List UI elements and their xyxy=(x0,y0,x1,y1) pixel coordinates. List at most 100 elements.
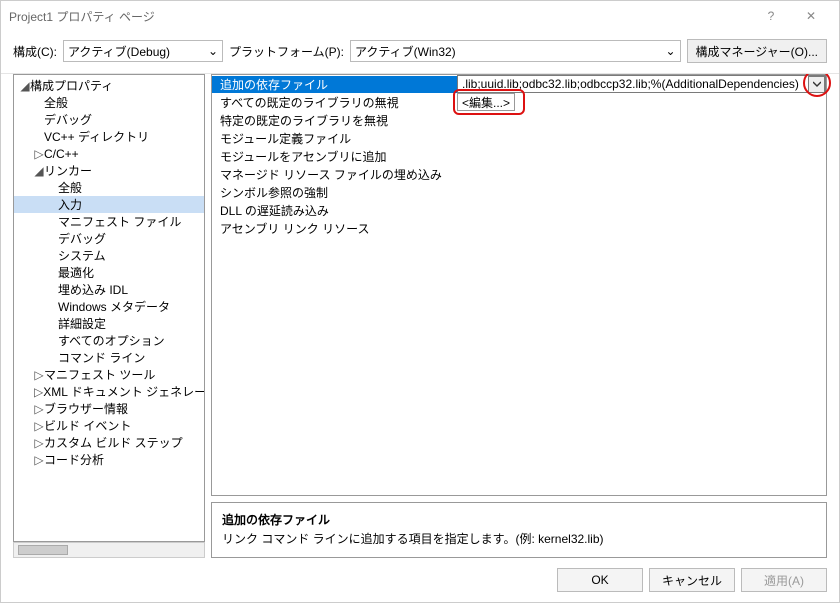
tree-node[interactable]: ▷XML ドキュメント ジェネレーター xyxy=(14,383,204,400)
toolbar: 構成(C): アクティブ(Debug) ⌄ プラットフォーム(P): アクティブ… xyxy=(1,31,839,74)
property-label: アセンブリ リンク リソース xyxy=(212,220,457,237)
expand-closed-icon[interactable]: ▷ xyxy=(34,453,44,467)
platform-label: プラットフォーム(P): xyxy=(229,43,344,60)
tree-node[interactable]: マニフェスト ファイル xyxy=(14,213,204,230)
description-box: 追加の依存ファイル リンク コマンド ラインに追加する項目を指定します。(例: … xyxy=(211,502,827,558)
tree-node-label: ビルド イベント xyxy=(44,417,131,434)
tree-node[interactable]: 入力 xyxy=(14,196,204,213)
tree-node-label: 詳細設定 xyxy=(58,315,106,332)
property-row[interactable]: マネージド リソース ファイルの埋め込み xyxy=(212,165,826,183)
tree-node-label: コード分析 xyxy=(44,451,104,468)
tree-node-label: デバッグ xyxy=(58,230,106,247)
help-button[interactable]: ? xyxy=(751,9,791,23)
annotation-circle xyxy=(803,74,831,97)
tree-node-label: リンカー xyxy=(44,162,92,179)
expand-closed-icon[interactable]: ▷ xyxy=(34,419,44,433)
tree-node[interactable]: デバッグ xyxy=(14,111,204,128)
config-value: アクティブ(Debug) xyxy=(68,43,170,60)
tree-node-label: 入力 xyxy=(58,196,82,213)
scroll-thumb[interactable] xyxy=(18,545,68,555)
dialog-body: ◢構成プロパティ全般デバッグVC++ ディレクトリ▷C/C++◢リンカー全般入力… xyxy=(1,74,839,558)
tree-hscrollbar[interactable] xyxy=(13,542,205,558)
tree-node[interactable]: 全般 xyxy=(14,179,204,196)
description-text: リンク コマンド ラインに追加する項目を指定します。(例: kernel32.l… xyxy=(222,530,816,547)
tree-node-label: マニフェスト ファイル xyxy=(58,213,181,230)
property-label: DLL の遅延読み込み xyxy=(212,202,457,219)
tree-node-label: C/C++ xyxy=(44,147,79,161)
property-label: モジュール定義ファイル xyxy=(212,130,457,147)
expand-closed-icon[interactable]: ▷ xyxy=(34,402,44,416)
tree-node[interactable]: ◢リンカー xyxy=(14,162,204,179)
tree-node-label: コマンド ライン xyxy=(58,349,145,366)
tree-node[interactable]: ▷マニフェスト ツール xyxy=(14,366,204,383)
property-row[interactable]: DLL の遅延読み込み xyxy=(212,201,826,219)
tree-node-label: カスタム ビルド ステップ xyxy=(44,434,183,451)
category-tree[interactable]: ◢構成プロパティ全般デバッグVC++ ディレクトリ▷C/C++◢リンカー全般入力… xyxy=(13,74,205,542)
tree-node[interactable]: ▷ブラウザー情報 xyxy=(14,400,204,417)
tree-node[interactable]: ▷ビルド イベント xyxy=(14,417,204,434)
property-row[interactable]: アセンブリ リンク リソース xyxy=(212,219,826,237)
config-manager-label: 構成マネージャー(O)... xyxy=(696,43,819,60)
tree-node-label: ブラウザー情報 xyxy=(44,400,128,417)
expand-open-icon[interactable]: ◢ xyxy=(20,79,30,93)
ok-button[interactable]: OK xyxy=(557,568,643,592)
property-row[interactable]: モジュールをアセンブリに追加 xyxy=(212,147,826,165)
tree-node[interactable]: すべてのオプション xyxy=(14,332,204,349)
property-label: すべての既定のライブラリの無視 xyxy=(212,94,457,111)
config-manager-button[interactable]: 構成マネージャー(O)... xyxy=(687,39,828,63)
tree-node-label: すべてのオプション xyxy=(58,332,165,349)
tree-node-label: デバッグ xyxy=(44,111,92,128)
tree-node-label: 全般 xyxy=(44,94,68,111)
tree-node[interactable]: 全般 xyxy=(14,94,204,111)
tree-node[interactable]: ▷コード分析 xyxy=(14,451,204,468)
tree-node[interactable]: VC++ ディレクトリ xyxy=(14,128,204,145)
close-button[interactable]: ✕ xyxy=(791,9,831,23)
description-title: 追加の依存ファイル xyxy=(222,511,816,528)
tree-node[interactable]: 埋め込み IDL xyxy=(14,281,204,298)
tree-node-label: 構成プロパティ xyxy=(30,77,113,94)
property-grid[interactable]: 追加の依存ファイル.lib;uuid.lib;odbc32.lib;odbccp… xyxy=(211,74,827,496)
chevron-down-icon: ⌄ xyxy=(659,44,675,58)
tree-panel: ◢構成プロパティ全般デバッグVC++ ディレクトリ▷C/C++◢リンカー全般入力… xyxy=(13,74,205,558)
property-label: モジュールをアセンブリに追加 xyxy=(212,148,457,165)
expand-closed-icon[interactable]: ▷ xyxy=(34,385,43,399)
dialog-window: Project1 プロパティ ページ ? ✕ 構成(C): アクティブ(Debu… xyxy=(0,0,840,603)
tree-node[interactable]: 最適化 xyxy=(14,264,204,281)
tree-node-label: 最適化 xyxy=(58,264,94,281)
apply-button[interactable]: 適用(A) xyxy=(741,568,827,592)
platform-value: アクティブ(Win32) xyxy=(355,43,456,60)
tree-node-label: Windows メタデータ xyxy=(58,298,170,315)
property-label: 追加の依存ファイル xyxy=(212,76,457,93)
expand-open-icon[interactable]: ◢ xyxy=(34,164,44,178)
tree-node-label: システム xyxy=(58,247,106,264)
config-combo[interactable]: アクティブ(Debug) ⌄ xyxy=(63,40,223,62)
tree-node[interactable]: コマンド ライン xyxy=(14,349,204,366)
dialog-footer: OK キャンセル 適用(A) xyxy=(1,558,839,602)
property-label: 特定の既定のライブラリを無視 xyxy=(212,112,457,129)
tree-node[interactable]: デバッグ xyxy=(14,230,204,247)
annotation-rect xyxy=(453,89,525,115)
expand-closed-icon[interactable]: ▷ xyxy=(34,436,44,450)
titlebar: Project1 プロパティ ページ ? ✕ xyxy=(1,1,839,31)
tree-node-label: マニフェスト ツール xyxy=(44,366,155,383)
tree-node[interactable]: システム xyxy=(14,247,204,264)
cancel-button[interactable]: キャンセル xyxy=(649,568,735,592)
config-label: 構成(C): xyxy=(13,43,57,60)
tree-node[interactable]: Windows メタデータ xyxy=(14,298,204,315)
expand-closed-icon[interactable]: ▷ xyxy=(34,368,44,382)
chevron-down-icon: ⌄ xyxy=(202,44,218,58)
tree-node[interactable]: ◢構成プロパティ xyxy=(14,77,204,94)
property-label: シンボル参照の強制 xyxy=(212,184,457,201)
expand-closed-icon[interactable]: ▷ xyxy=(34,147,44,161)
property-row[interactable]: シンボル参照の強制 xyxy=(212,183,826,201)
right-panel: 追加の依存ファイル.lib;uuid.lib;odbc32.lib;odbccp… xyxy=(211,74,827,558)
platform-combo[interactable]: アクティブ(Win32) ⌄ xyxy=(350,40,681,62)
tree-node-label: 全般 xyxy=(58,179,82,196)
tree-node[interactable]: ▷C/C++ xyxy=(14,145,204,162)
tree-node[interactable]: 詳細設定 xyxy=(14,315,204,332)
property-label: マネージド リソース ファイルの埋め込み xyxy=(212,166,457,183)
tree-node[interactable]: ▷カスタム ビルド ステップ xyxy=(14,434,204,451)
tree-node-label: 埋め込み IDL xyxy=(58,281,128,298)
tree-node-label: XML ドキュメント ジェネレーター xyxy=(43,383,205,400)
property-row[interactable]: モジュール定義ファイル xyxy=(212,129,826,147)
